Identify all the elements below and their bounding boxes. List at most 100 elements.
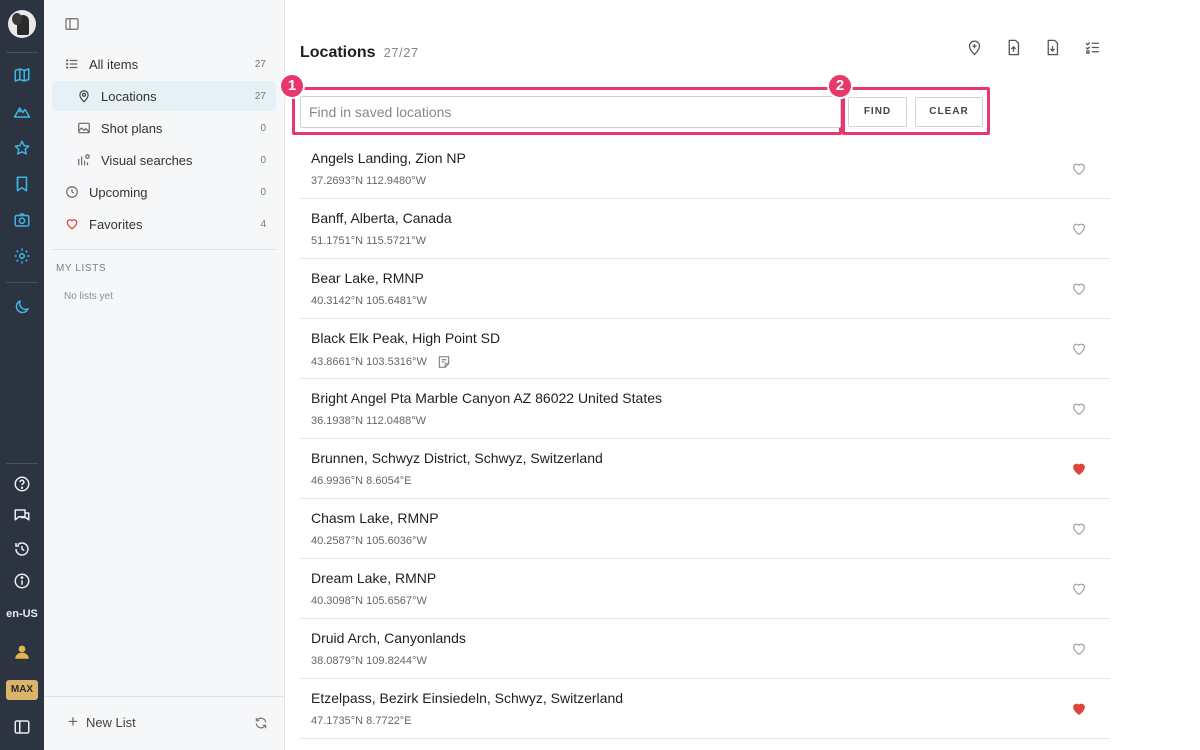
location-coords: 38.0879°N 109.8244°W bbox=[311, 655, 427, 667]
sidebar-item-label: Visual searches bbox=[101, 152, 193, 168]
item-count: 27/27 bbox=[383, 45, 419, 60]
location-name[interactable]: Bright Angel Pta Marble Canyon AZ 86022 … bbox=[311, 390, 662, 406]
location-coords: 36.1938°N 112.0488°W bbox=[311, 415, 426, 427]
coords-text: 37.2693°N 112.9480°W bbox=[311, 175, 427, 187]
page-title: Locations 27/27 bbox=[300, 44, 419, 62]
location-name[interactable]: Angels Landing, Zion NP bbox=[311, 150, 466, 166]
upload-file-icon[interactable] bbox=[1003, 37, 1023, 57]
location-name[interactable]: Chasm Lake, RMNP bbox=[311, 510, 439, 526]
sidebar-item-upcoming[interactable]: Upcoming 0 bbox=[52, 177, 276, 207]
location-name[interactable]: Banff, Alberta, Canada bbox=[311, 210, 452, 226]
user-icon[interactable] bbox=[12, 642, 32, 662]
coords-text: 51.1751°N 115.5721°W bbox=[311, 235, 427, 247]
chat-icon[interactable] bbox=[12, 506, 32, 526]
heart-outline-icon[interactable] bbox=[1070, 341, 1088, 357]
list-item[interactable]: Etzelpass, Bezirk Einsiedeln, Schwyz, Sw… bbox=[300, 679, 1110, 739]
heart-filled-icon[interactable] bbox=[1070, 461, 1088, 477]
heart-outline-icon[interactable] bbox=[1070, 281, 1088, 297]
camera-icon[interactable] bbox=[12, 210, 32, 230]
location-coords: 51.1751°N 115.5721°W bbox=[311, 235, 426, 247]
mountains-icon[interactable] bbox=[12, 101, 32, 121]
moon-icon[interactable] bbox=[12, 297, 32, 317]
plan-badge[interactable]: MAX bbox=[6, 680, 38, 700]
refresh-icon[interactable] bbox=[254, 716, 268, 730]
clear-button[interactable]: CLEAR bbox=[915, 97, 983, 127]
location-coords: 43.8661°N 103.5316°W bbox=[311, 355, 451, 369]
sidebar-item-favorites[interactable]: Favorites 4 bbox=[52, 209, 276, 239]
heart-outline-icon[interactable] bbox=[1070, 521, 1088, 537]
settings-icon[interactable] bbox=[12, 246, 32, 266]
star-icon[interactable] bbox=[12, 138, 32, 158]
no-lists-text: No lists yet bbox=[64, 291, 113, 302]
coords-text: 36.1938°N 112.0488°W bbox=[311, 415, 427, 427]
location-name[interactable]: Etzelpass, Bezirk Einsiedeln, Schwyz, Sw… bbox=[311, 690, 623, 706]
heart-filled-icon[interactable] bbox=[1070, 701, 1088, 717]
sidebar-item-label: All items bbox=[89, 56, 139, 72]
help-icon[interactable] bbox=[12, 474, 32, 494]
heart-outline-icon[interactable] bbox=[1070, 221, 1088, 237]
find-button[interactable]: FIND bbox=[848, 97, 907, 127]
rail-divider bbox=[6, 282, 38, 283]
download-file-icon[interactable] bbox=[1042, 37, 1062, 57]
sidebar-item-label: Locations bbox=[101, 88, 157, 104]
main-content: Locations 27/27 FIND CLEAR 1 2 Angels La… bbox=[279, 0, 1200, 750]
coords-text: 43.8661°N 103.5316°W bbox=[311, 356, 427, 368]
location-name[interactable]: Bear Lake, RMNP bbox=[311, 270, 424, 286]
list-item[interactable]: Black Elk Peak, High Point SD 43.8661°N 1… bbox=[300, 319, 1110, 379]
location-coords: 46.9936°N 8.6054°E bbox=[311, 475, 412, 487]
sidebar-item-count: 27 bbox=[254, 58, 266, 70]
heart-outline-icon[interactable] bbox=[1070, 401, 1088, 417]
list-item[interactable]: Bright Angel Pta Marble Canyon AZ 86022 … bbox=[300, 379, 1110, 439]
heart-outline-icon[interactable] bbox=[1070, 161, 1088, 177]
sidebar-item-label: Shot plans bbox=[101, 120, 163, 136]
locale-label[interactable]: en-US bbox=[0, 608, 44, 620]
location-coords: 47.1735°N 8.7722°E bbox=[311, 715, 412, 727]
location-name[interactable]: Druid Arch, Canyonlands bbox=[311, 630, 466, 646]
sidebar-item-all-items[interactable]: All items 27 bbox=[52, 49, 276, 79]
sidebar-item-count: 0 bbox=[260, 122, 266, 134]
add-location-icon[interactable] bbox=[964, 37, 984, 57]
coords-text: 38.0879°N 109.8244°W bbox=[311, 655, 427, 667]
list-item[interactable]: Bear Lake, RMNP 40.3142°N 105.6481°W bbox=[300, 259, 1110, 319]
rail-divider bbox=[6, 463, 38, 464]
location-coords: 40.3098°N 105.6567°W bbox=[311, 595, 427, 607]
location-coords: 40.2587°N 105.6036°W bbox=[311, 535, 427, 547]
heart-outline-icon[interactable] bbox=[1070, 641, 1088, 657]
list-item[interactable]: Druid Arch, Canyonlands 38.0879°N 109.824… bbox=[300, 619, 1110, 679]
app-logo-avatar[interactable] bbox=[8, 10, 36, 38]
coords-text: 40.3098°N 105.6567°W bbox=[311, 595, 427, 607]
new-list-label: New List bbox=[85, 714, 136, 730]
list-icon bbox=[64, 56, 80, 72]
list-item[interactable]: Dream Lake, RMNP 40.3098°N 105.6567°W bbox=[300, 559, 1110, 619]
sidebar-footer-divider bbox=[44, 696, 285, 697]
image-icon bbox=[76, 120, 92, 136]
panel-icon[interactable] bbox=[12, 717, 32, 737]
list-item[interactable]: Angels Landing, Zion NP 37.2693°N 112.948… bbox=[300, 139, 1110, 199]
sidebar-item-shot-plans[interactable]: Shot plans 0 bbox=[52, 113, 276, 143]
bookmark-icon[interactable] bbox=[12, 174, 32, 194]
list-item[interactable]: Banff, Alberta, Canada 51.1751°N 115.5721… bbox=[300, 199, 1110, 259]
sidebar-divider bbox=[52, 249, 277, 250]
checklist-icon[interactable] bbox=[1082, 37, 1102, 57]
search-input[interactable] bbox=[300, 96, 841, 128]
sidebar-toggle-icon[interactable] bbox=[64, 16, 80, 32]
info-icon[interactable] bbox=[12, 571, 32, 591]
visual-search-icon bbox=[76, 152, 92, 168]
history-icon[interactable] bbox=[12, 539, 32, 559]
map-icon[interactable] bbox=[12, 65, 32, 85]
location-name[interactable]: Brunnen, Schwyz District, Schwyz, Switze… bbox=[311, 450, 603, 466]
heart-outline-icon[interactable] bbox=[1070, 581, 1088, 597]
location-name[interactable]: Dream Lake, RMNP bbox=[311, 570, 436, 586]
list-item[interactable]: Brunnen, Schwyz District, Schwyz, Switze… bbox=[300, 439, 1110, 499]
location-coords: 40.3142°N 105.6481°W bbox=[311, 295, 427, 307]
new-list-button[interactable]: + New List bbox=[68, 712, 136, 731]
plus-icon: + bbox=[68, 712, 78, 731]
note-icon[interactable] bbox=[437, 355, 451, 369]
sidebar-item-visual-searches[interactable]: Visual searches 0 bbox=[52, 145, 276, 175]
pin-icon bbox=[76, 88, 92, 104]
sidebar-item-locations[interactable]: Locations 27 bbox=[52, 81, 276, 111]
location-coords: 37.2693°N 112.9480°W bbox=[311, 175, 426, 187]
heart-icon bbox=[64, 216, 80, 232]
list-item[interactable]: Chasm Lake, RMNP 40.2587°N 105.6036°W bbox=[300, 499, 1110, 559]
location-name[interactable]: Black Elk Peak, High Point SD bbox=[311, 330, 500, 346]
